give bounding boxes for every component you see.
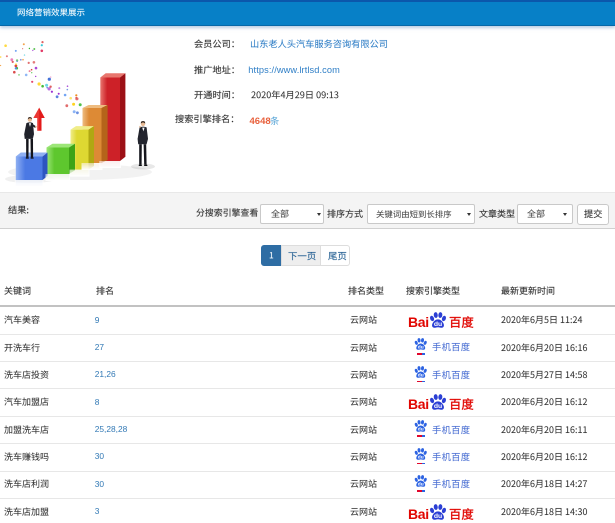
svg-text:du: du <box>434 403 442 410</box>
svg-text:du: du <box>418 427 424 433</box>
svg-text:du: du <box>418 372 424 378</box>
svg-text:du: du <box>418 481 424 487</box>
svg-text:du: du <box>434 321 442 328</box>
svg-text:du: du <box>418 345 424 351</box>
svg-text:du: du <box>418 454 424 460</box>
svg-text:du: du <box>434 512 442 519</box>
